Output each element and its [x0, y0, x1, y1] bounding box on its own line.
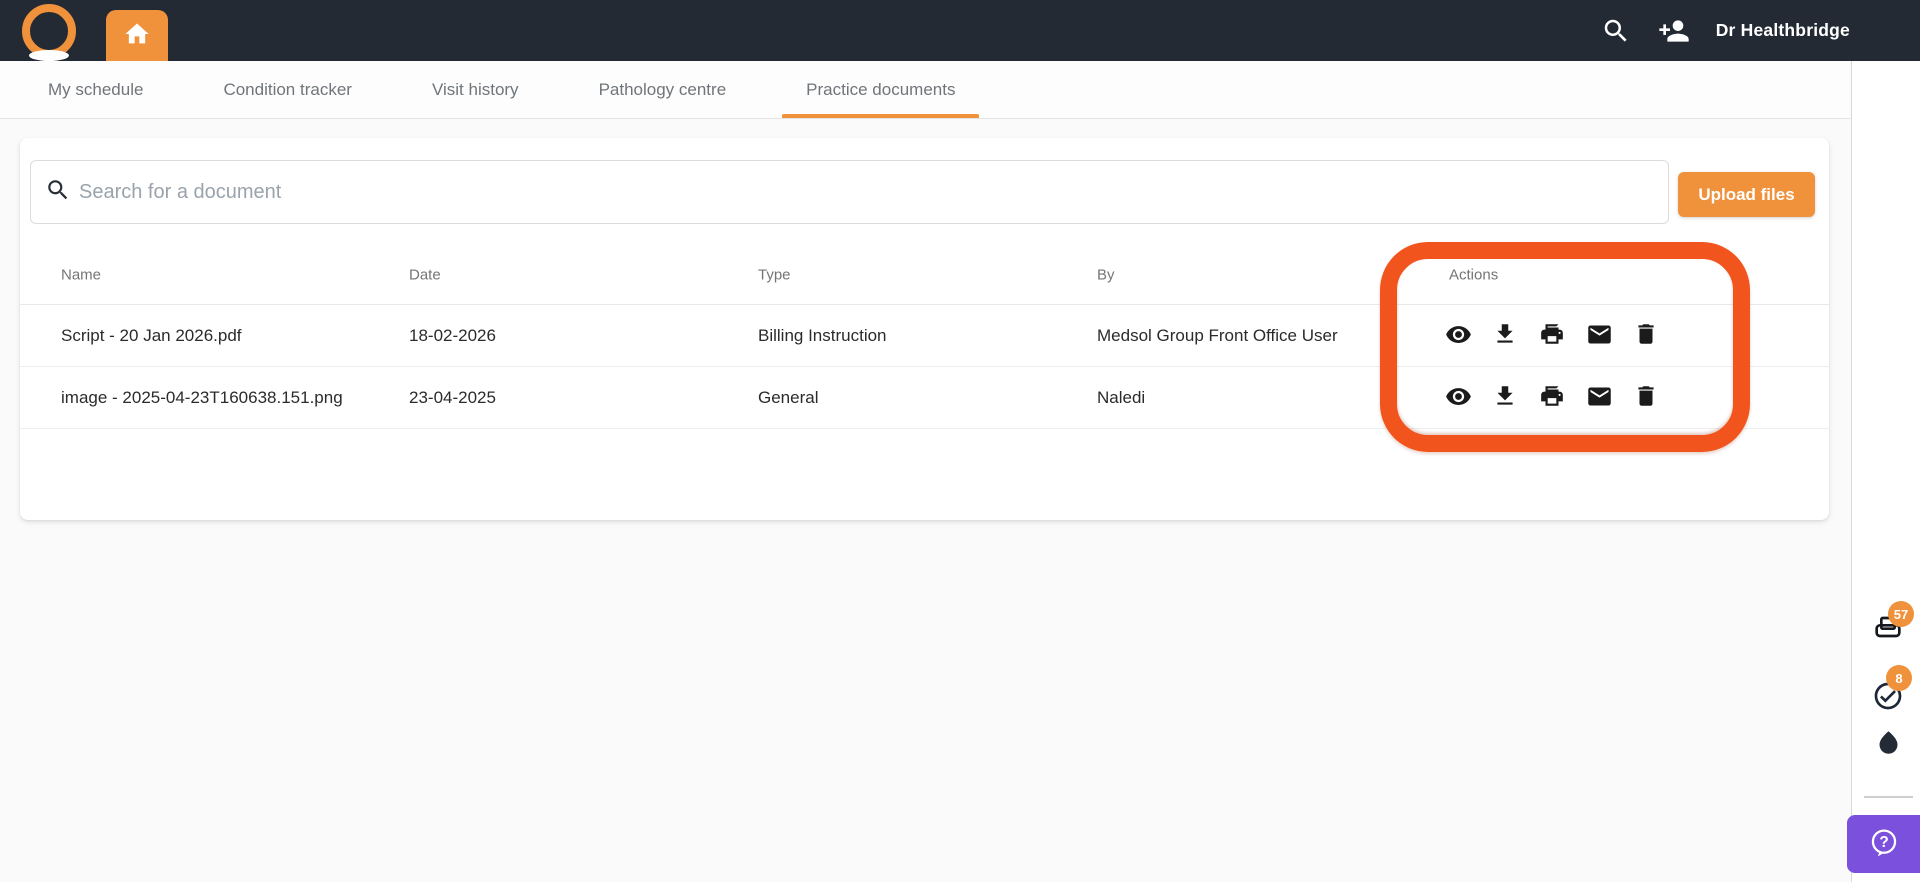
- rail-divider: [1864, 796, 1913, 798]
- download-button[interactable]: [1487, 380, 1523, 416]
- trash-icon: [1633, 383, 1659, 412]
- email-button[interactable]: [1581, 380, 1617, 416]
- top-bar: Dr Healthbridge: [0, 0, 1920, 61]
- tab-condition-tracker[interactable]: Condition tracker: [199, 61, 376, 118]
- document-search-box: [30, 160, 1669, 224]
- mail-icon: [1586, 321, 1613, 351]
- download-icon: [1492, 321, 1518, 350]
- download-button[interactable]: [1487, 318, 1523, 354]
- help-icon: ?: [1868, 827, 1900, 862]
- content-area: Upload files Name Date Type By Actions S…: [0, 119, 1850, 882]
- user-name: Dr Healthbridge: [1715, 20, 1850, 40]
- table-row: Script - 20 Jan 2026.pdf 18-02-2026 Bill…: [20, 305, 1829, 367]
- search-icon: [45, 177, 71, 208]
- tab-pathology-centre[interactable]: Pathology centre: [575, 61, 751, 118]
- trash-icon: [1633, 321, 1659, 350]
- table-row: image - 2025-04-23T160638.151.png 23-04-…: [20, 367, 1829, 429]
- logo-base: [29, 50, 69, 61]
- email-button[interactable]: [1581, 318, 1617, 354]
- right-rail: 57 8 ?: [1847, 61, 1920, 882]
- printer-icon: [1539, 321, 1565, 350]
- row-actions: [1440, 305, 1664, 366]
- search-input[interactable]: [79, 180, 1654, 204]
- eye-icon: [1445, 321, 1472, 351]
- print-button[interactable]: [1534, 380, 1570, 416]
- water-drop-icon: [1875, 729, 1902, 759]
- tab-my-schedule[interactable]: My schedule: [24, 61, 167, 118]
- document-name: Script - 20 Jan 2026.pdf: [61, 325, 242, 345]
- column-header-date: Date: [409, 266, 441, 283]
- svg-text:?: ?: [1879, 834, 1888, 851]
- column-header-name: Name: [61, 266, 102, 283]
- document-type: General: [758, 387, 819, 407]
- mail-icon: [1586, 383, 1613, 413]
- ink-button[interactable]: [1870, 726, 1906, 762]
- tab-bar: My schedule Condition tracker Visit hist…: [0, 61, 1850, 119]
- column-header-type: Type: [758, 266, 791, 283]
- print-button[interactable]: [1534, 318, 1570, 354]
- home-button[interactable]: [106, 10, 168, 61]
- row-actions: [1440, 367, 1664, 428]
- download-icon: [1492, 383, 1518, 412]
- view-button[interactable]: [1440, 380, 1476, 416]
- document-type: Billing Instruction: [758, 325, 887, 345]
- document-name: image - 2025-04-23T160638.151.png: [61, 387, 343, 407]
- eye-icon: [1445, 383, 1472, 413]
- delete-button[interactable]: [1628, 318, 1664, 354]
- printer-icon: [1539, 383, 1565, 412]
- column-header-actions: Actions: [1449, 266, 1499, 283]
- help-button[interactable]: ?: [1847, 815, 1920, 873]
- healthbridge-logo[interactable]: [22, 4, 76, 61]
- delete-button[interactable]: [1628, 380, 1664, 416]
- documents-card: Upload files Name Date Type By Actions S…: [20, 138, 1829, 520]
- document-date: 23-04-2025: [409, 387, 496, 407]
- tab-visit-history[interactable]: Visit history: [408, 61, 543, 118]
- tab-practice-documents[interactable]: Practice documents: [782, 61, 980, 118]
- column-header-by: By: [1097, 266, 1115, 283]
- document-by: Naledi: [1097, 387, 1146, 407]
- table-header: Name Date Type By Actions: [20, 245, 1829, 305]
- upload-files-button[interactable]: Upload files: [1678, 172, 1815, 217]
- person-add-icon[interactable]: [1658, 15, 1690, 47]
- view-button[interactable]: [1440, 318, 1476, 354]
- home-icon: [123, 20, 151, 51]
- tasks-badge: 8: [1886, 665, 1912, 691]
- document-date: 18-02-2026: [409, 325, 496, 345]
- print-queue-badge: 57: [1888, 601, 1914, 627]
- search-icon[interactable]: [1600, 15, 1632, 47]
- topbar-right-cluster: Dr Healthbridge: [1600, 0, 1920, 61]
- document-by: Medsol Group Front Office User: [1097, 325, 1338, 345]
